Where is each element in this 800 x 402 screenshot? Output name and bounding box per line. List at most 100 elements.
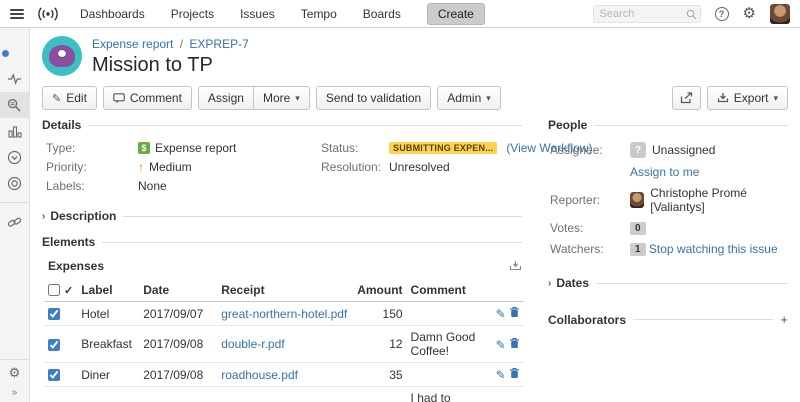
nav-item-issues[interactable]: Issues (240, 7, 275, 21)
sidebar-item-releases[interactable] (0, 144, 30, 170)
col-header-receipt: Receipt (217, 279, 353, 302)
watchers-value: 1 Stop watching this issue (630, 242, 788, 256)
user-avatar[interactable] (770, 4, 790, 24)
description-section-header[interactable]: › Description (42, 209, 522, 223)
nav-item-dashboards[interactable]: Dashboards (80, 7, 145, 21)
people-section-header[interactable]: People (548, 118, 788, 132)
row-checkbox[interactable] (48, 369, 60, 381)
hamburger-menu-icon[interactable] (10, 9, 24, 19)
top-navbar: Dashboards Projects Issues Tempo Boards … (0, 0, 800, 28)
sidebar-bottom: ⚙ » (0, 359, 30, 402)
collaborators-section-header[interactable]: Collaborators + (548, 312, 788, 327)
assign-button-group: Assign More ▾ (198, 86, 310, 110)
expense-amount: 12 (353, 326, 406, 363)
labels-value: None (138, 179, 321, 193)
expense-amount: 35 (353, 363, 406, 387)
votes-label: Votes: (550, 221, 630, 235)
search-input[interactable] (593, 5, 701, 23)
send-to-validation-button[interactable]: Send to validation (316, 86, 431, 110)
watchers-label: Watchers: (550, 242, 630, 256)
expense-date: 2017/09/08 (139, 363, 217, 387)
share-button[interactable] (672, 86, 701, 110)
expenses-export-icon[interactable] (509, 260, 522, 272)
sidebar-project-avatar[interactable] (4, 34, 26, 56)
app-logo-icon[interactable] (36, 6, 60, 22)
chevron-down-icon: ▾ (486, 93, 491, 104)
select-all-checkbox[interactable] (48, 284, 60, 296)
votes-count-badge[interactable]: 0 (630, 222, 646, 235)
admin-button[interactable]: Admin ▾ (437, 86, 501, 110)
links-chain-icon (7, 215, 22, 230)
issue-left-column: Details Type: $ Expense report Status: S… (42, 118, 522, 402)
row-checkbox[interactable] (48, 339, 60, 351)
comment-button[interactable]: Comment (103, 86, 192, 110)
delete-row-icon[interactable] (509, 367, 520, 382)
nav-item-tempo[interactable]: Tempo (301, 7, 337, 21)
sidebar-item-components[interactable] (0, 170, 30, 196)
resolution-label: Resolution: (321, 160, 389, 174)
assignee-value: ? Unassigned (630, 142, 788, 158)
sidebar-item-issue-search[interactable] (0, 92, 30, 118)
reporter-avatar (630, 192, 644, 208)
more-button[interactable]: More ▾ (254, 86, 310, 110)
nav-item-projects[interactable]: Projects (171, 7, 214, 21)
add-collaborator-icon[interactable]: + (780, 312, 788, 327)
navbar-right: ? ⚙ (593, 4, 790, 24)
delete-row-icon[interactable] (509, 306, 520, 321)
sidebar-expand-icon[interactable]: » (12, 387, 18, 398)
edit-button[interactable]: ✎ Edit (42, 86, 97, 110)
receipt-link[interactable]: double-r.pdf (221, 337, 284, 351)
export-button[interactable]: Export ▾ (707, 86, 788, 110)
sidebar-item-links[interactable] (0, 209, 30, 235)
delete-row-icon[interactable] (509, 337, 520, 352)
assignee-label: Assignee: (550, 143, 630, 157)
expenses-subsection-header: Expenses (48, 259, 522, 273)
releases-clock-icon (7, 150, 22, 165)
issue-toolbar: ✎ Edit Comment Assign More ▾ Send to val… (42, 86, 788, 110)
expense-row: Casino 2017/09/09 one-eyed-jack.pdf 120 … (44, 387, 524, 402)
expense-date: 2017/09/07 (139, 302, 217, 326)
issue-right-column: People Assignee: ? Unassigned Assign to … (548, 118, 788, 402)
row-checkbox[interactable] (48, 308, 60, 320)
dates-section-header[interactable]: › Dates (548, 276, 788, 290)
receipt-link[interactable]: great-northern-hotel.pdf (221, 307, 347, 321)
export-icon (717, 92, 729, 104)
chevron-down-icon: ▾ (295, 93, 300, 104)
reporter-label: Reporter: (550, 193, 630, 207)
status-badge: SUBMITTING EXPEN... (389, 142, 497, 154)
elements-section-header[interactable]: Elements (42, 235, 522, 249)
reports-chart-icon (8, 125, 22, 138)
breadcrumb-project-link[interactable]: Expense report (92, 37, 173, 51)
priority-label: Priority: (46, 160, 138, 174)
create-button[interactable]: Create (427, 3, 485, 25)
settings-gear-icon[interactable]: ⚙ (743, 6, 756, 21)
col-header-comment: Comment (407, 279, 480, 302)
sidebar-item-activity[interactable] (0, 66, 30, 92)
collapsed-chevron-icon: › (42, 211, 45, 222)
edit-row-icon[interactable]: ✎ (496, 338, 506, 352)
type-label: Type: (46, 141, 138, 155)
edit-row-icon[interactable]: ✎ (496, 307, 506, 321)
project-avatar[interactable] (42, 36, 82, 76)
type-value: $ Expense report (138, 141, 321, 155)
stop-watching-link[interactable]: Stop watching this issue (649, 242, 778, 256)
nav-item-boards[interactable]: Boards (363, 7, 401, 21)
col-header-label: Label (77, 279, 139, 302)
assign-button[interactable]: Assign (198, 86, 254, 110)
project-badge (1, 49, 10, 58)
details-section-header[interactable]: Details (42, 118, 522, 132)
receipt-link[interactable]: roadhouse.pdf (221, 368, 298, 382)
expense-report-type-icon: $ (138, 142, 150, 154)
col-header-date: Date (139, 279, 217, 302)
check-icon: ✓ (64, 284, 73, 297)
project-settings-gear-icon[interactable]: ⚙ (9, 366, 21, 379)
breadcrumb-issue-key-link[interactable]: EXPREP-7 (189, 37, 248, 51)
expense-label: Casino (77, 387, 139, 402)
pencil-icon: ✎ (52, 92, 61, 105)
expense-date: 2017/09/08 (139, 326, 217, 363)
assign-to-me-link[interactable]: Assign to me (630, 165, 788, 179)
expense-date: 2017/09/09 (139, 387, 217, 402)
help-icon[interactable]: ? (715, 7, 729, 21)
sidebar-item-reports[interactable] (0, 118, 30, 144)
edit-row-icon[interactable]: ✎ (496, 368, 506, 382)
